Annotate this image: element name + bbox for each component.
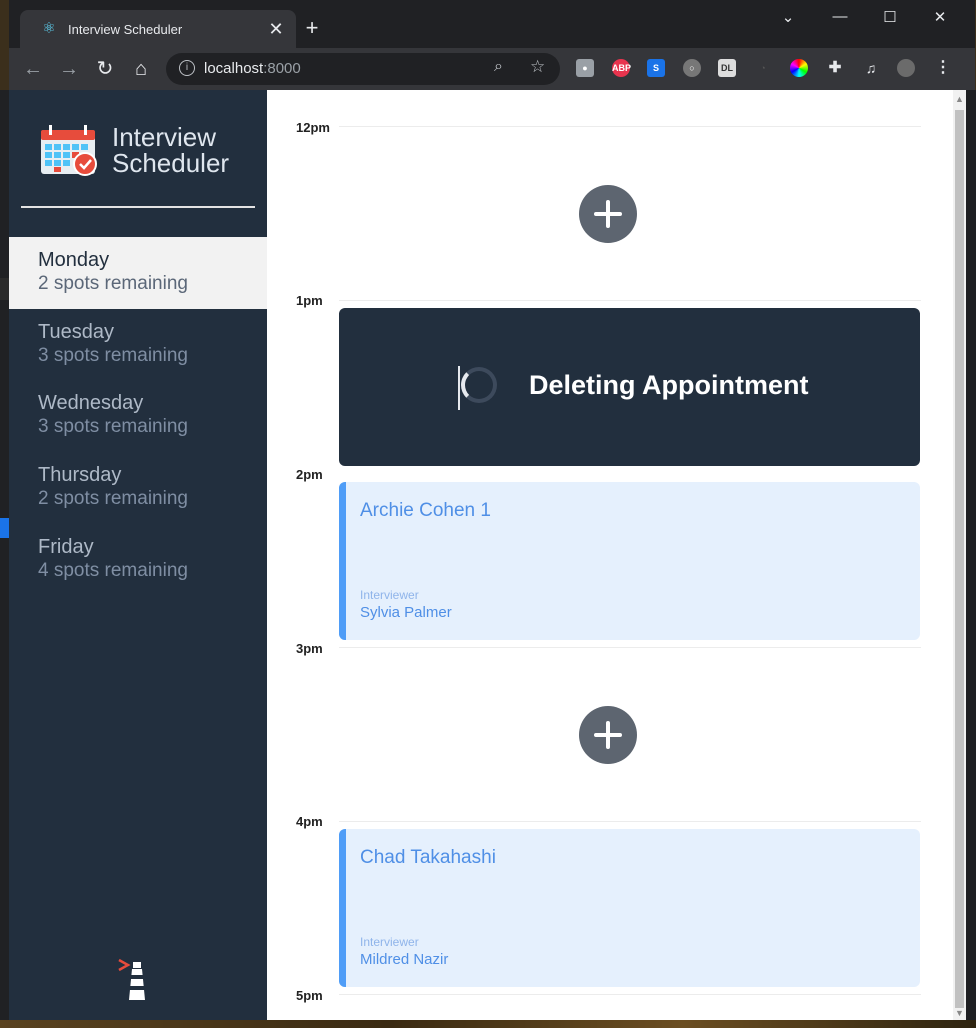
maximize-icon[interactable]: ☐ bbox=[875, 8, 905, 28]
home-icon[interactable]: ⌂ bbox=[129, 57, 153, 81]
page-scrollbar[interactable]: ▲ ▼ bbox=[953, 90, 966, 1020]
text-cursor bbox=[458, 366, 460, 410]
profile-avatar[interactable] bbox=[897, 59, 915, 77]
add-appointment-button[interactable] bbox=[579, 185, 637, 243]
slot-divider bbox=[339, 994, 921, 995]
address-bar[interactable]: i localhost:8000 ⌕ ☆ bbox=[166, 53, 560, 85]
extension-icon[interactable]: ● bbox=[576, 59, 594, 77]
day-name: Tuesday bbox=[38, 321, 114, 343]
sidebar-item-wednesday[interactable]: Wednesday 3 spots remaining bbox=[9, 380, 267, 452]
slot-time-label: 4pm bbox=[296, 814, 323, 829]
sidebar-item-tuesday[interactable]: Tuesday 3 spots remaining bbox=[9, 309, 267, 381]
desktop-left-edge bbox=[0, 90, 9, 1020]
slot-time-label: 12pm bbox=[296, 120, 330, 135]
appointment-accent-bar bbox=[339, 829, 346, 987]
slot-time-label: 2pm bbox=[296, 467, 323, 482]
media-control-icon[interactable]: ♫ bbox=[862, 59, 880, 77]
student-name: Archie Cohen 1 bbox=[360, 500, 491, 521]
extension-s-icon[interactable]: S bbox=[647, 59, 665, 77]
calendar-logo-icon bbox=[41, 125, 97, 176]
day-name: Monday bbox=[38, 249, 110, 271]
tab-search-icon[interactable]: ⌄ bbox=[773, 8, 803, 28]
new-tab-button[interactable]: + bbox=[301, 16, 323, 40]
extension-mouse-icon[interactable]: ◔ bbox=[754, 59, 772, 77]
day-spots: 2 spots remaining bbox=[38, 488, 188, 509]
close-window-icon[interactable]: ✕ bbox=[925, 8, 955, 28]
app-title: Interview Scheduler bbox=[112, 122, 230, 178]
slot-time-label: 3pm bbox=[296, 641, 323, 656]
bookmark-star-icon[interactable]: ☆ bbox=[530, 57, 545, 77]
slot-time-label: 1pm bbox=[296, 293, 323, 308]
forward-icon[interactable]: → bbox=[57, 57, 81, 81]
slot-divider bbox=[339, 126, 921, 127]
minimize-icon[interactable]: — bbox=[825, 8, 855, 28]
url-text: localhost:8000 bbox=[204, 60, 301, 77]
zoom-icon[interactable]: ⌕ bbox=[494, 58, 503, 76]
color-picker-extension-icon[interactable] bbox=[790, 59, 808, 77]
day-spots: 4 spots remaining bbox=[38, 560, 188, 581]
desktop-right-edge bbox=[966, 90, 976, 1020]
slot-divider bbox=[339, 821, 921, 822]
appointment-card[interactable]: Archie Cohen 1 Interviewer Sylvia Palmer bbox=[339, 482, 920, 640]
browser-tab[interactable]: ⚛ Interview Scheduler ✕ bbox=[20, 10, 296, 48]
adblock-extension-icon[interactable]: ABP bbox=[612, 59, 631, 77]
scroll-up-icon[interactable]: ▲ bbox=[955, 94, 964, 104]
interviewer-label: Interviewer bbox=[360, 935, 419, 949]
day-spots: 3 spots remaining bbox=[38, 416, 188, 437]
reload-icon[interactable]: ↻ bbox=[93, 57, 117, 81]
day-name: Friday bbox=[38, 536, 94, 558]
add-appointment-button[interactable] bbox=[579, 706, 637, 764]
slot-divider bbox=[339, 300, 921, 301]
interviewer-name: Sylvia Palmer bbox=[360, 604, 452, 621]
day-spots: 3 spots remaining bbox=[38, 345, 188, 366]
scrollbar-thumb[interactable] bbox=[955, 110, 964, 1008]
desktop-wallpaper-strip bbox=[0, 1020, 976, 1028]
slot-divider bbox=[339, 647, 921, 648]
day-name: Wednesday bbox=[38, 392, 144, 414]
sidebar-item-thursday[interactable]: Thursday 2 spots remaining bbox=[9, 452, 267, 524]
tab-title: Interview Scheduler bbox=[68, 21, 183, 37]
site-info-icon[interactable]: i bbox=[179, 60, 195, 76]
day-spots: 2 spots remaining bbox=[38, 273, 188, 294]
browser-menu-icon[interactable]: ⋮ bbox=[934, 59, 952, 77]
sidebar: Interview Scheduler Monday 2 spots remai… bbox=[9, 90, 267, 1020]
loading-spinner-icon bbox=[461, 367, 497, 403]
student-name: Chad Takahashi bbox=[360, 847, 496, 868]
interviewer-label: Interviewer bbox=[360, 588, 419, 602]
day-name: Thursday bbox=[38, 464, 122, 486]
extensions-puzzle-icon[interactable]: ✚ bbox=[826, 59, 844, 77]
interviewer-name: Mildred Nazir bbox=[360, 951, 449, 968]
back-icon[interactable]: ← bbox=[21, 57, 45, 81]
loom-extension-icon[interactable]: DL bbox=[718, 59, 736, 77]
tab-strip: ⚛ Interview Scheduler ✕ + ⌄ — ☐ ✕ bbox=[9, 0, 975, 48]
react-favicon-icon: ⚛ bbox=[42, 20, 56, 37]
browser-chrome: ⚛ Interview Scheduler ✕ + ⌄ — ☐ ✕ ← → ↻ … bbox=[9, 0, 975, 90]
appointment-accent-bar bbox=[339, 482, 346, 640]
close-tab-icon[interactable]: ✕ bbox=[266, 19, 286, 39]
scroll-down-icon[interactable]: ▼ bbox=[955, 1008, 964, 1018]
slot-time-label: 5pm bbox=[296, 988, 323, 1003]
extension-circle-icon[interactable]: ○ bbox=[683, 59, 701, 77]
browser-toolbar: ← → ↻ ⌂ i localhost:8000 ⌕ ☆ ● ABP S ○ D… bbox=[9, 48, 975, 90]
schedule: 12pm 1pm Deleting Appointment 2pm Archie… bbox=[267, 90, 953, 1020]
status-message: Deleting Appointment bbox=[529, 370, 809, 400]
deleting-status-card: Deleting Appointment bbox=[339, 308, 920, 466]
sidebar-item-friday[interactable]: Friday 4 spots remaining bbox=[9, 524, 267, 596]
sidebar-divider bbox=[21, 206, 255, 208]
page-viewport: Interview Scheduler Monday 2 spots remai… bbox=[9, 90, 966, 1020]
lighthouse-logo-icon bbox=[118, 958, 145, 1000]
appointment-card[interactable]: Chad Takahashi Interviewer Mildred Nazir bbox=[339, 829, 920, 987]
sidebar-item-monday[interactable]: Monday 2 spots remaining bbox=[9, 237, 267, 309]
